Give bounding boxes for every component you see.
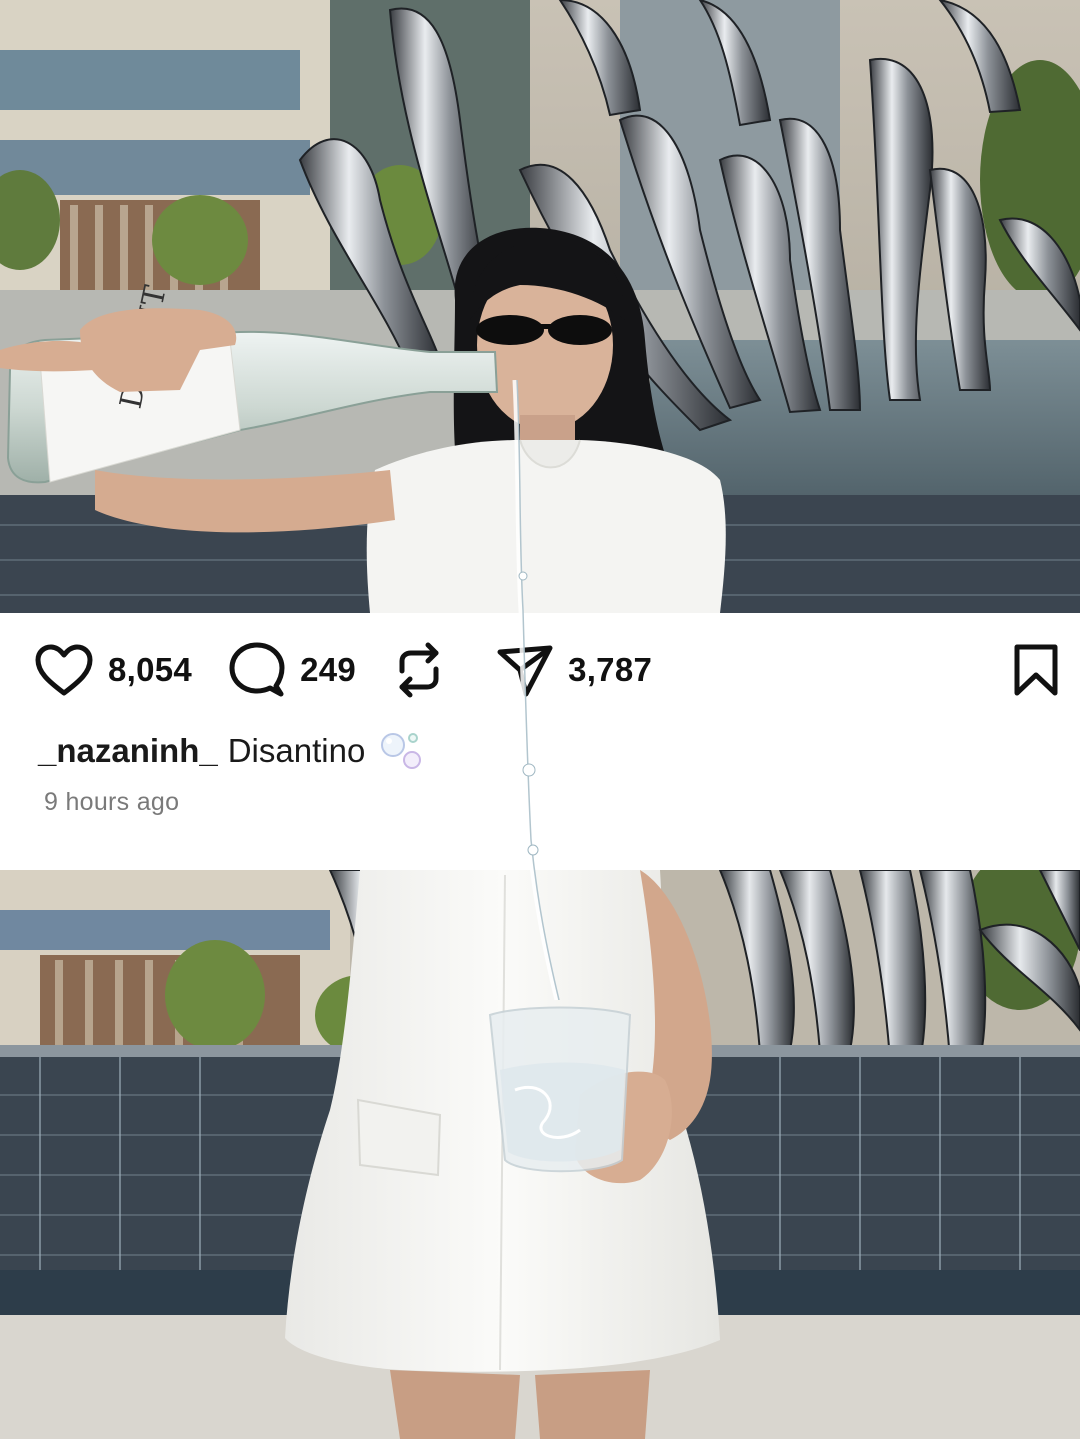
post-photo-top[interactable]: DISANT: [0, 0, 1080, 613]
repost-arrows-icon: [399, 642, 439, 698]
post-caption: _nazaninh_ Disantino: [38, 730, 425, 772]
heart-outline-icon: [35, 644, 93, 696]
share-button[interactable]: 3,787: [496, 642, 652, 698]
comment-button[interactable]: 249: [228, 642, 356, 698]
paper-plane-icon: [497, 645, 553, 697]
like-button[interactable]: 8,054: [34, 643, 192, 697]
speech-bubble-icon: [229, 642, 285, 697]
post-action-row: 8,054 249 3,787: [34, 640, 652, 700]
bubbles-emoji: [381, 733, 422, 769]
post-timestamp: 9 hours ago: [44, 788, 180, 816]
post-photo-bottom[interactable]: [0, 870, 1080, 1439]
like-count: 8,054: [108, 651, 193, 688]
save-button[interactable]: [1012, 643, 1060, 702]
repost-button[interactable]: [392, 641, 446, 699]
caption-text: Disantino: [227, 732, 366, 769]
bookmark-icon: [1014, 644, 1058, 696]
comment-count: 249: [300, 651, 357, 688]
share-count: 3,787: [568, 651, 653, 688]
drinking-glass: [488, 1006, 632, 1173]
username-link[interactable]: _nazaninh_: [38, 732, 218, 770]
